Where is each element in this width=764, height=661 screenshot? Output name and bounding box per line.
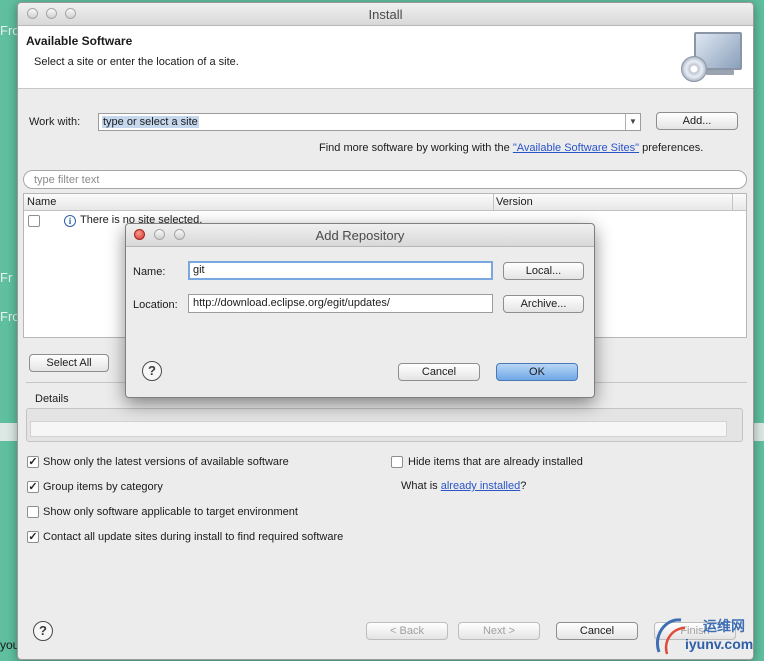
find-more-text: Find more software by working with the "… <box>319 142 703 154</box>
wizard-header: Available Software Select a site or ente… <box>18 26 753 89</box>
row-checkbox[interactable] <box>28 215 40 227</box>
dialog-help-icon[interactable]: ? <box>142 361 162 381</box>
location-label: Location: <box>133 299 178 311</box>
info-icon: i <box>64 215 76 227</box>
what-is-suffix: ? <box>520 480 527 492</box>
local-button[interactable]: Local... <box>503 262 584 280</box>
filter-placeholder: type filter text <box>34 174 100 186</box>
archive-button[interactable]: Archive... <box>503 295 584 313</box>
work-with-value: type or select a site <box>102 116 199 128</box>
dialog-title: Add Repository <box>315 228 405 243</box>
header-subtitle: Select a site or enter the location of a… <box>34 56 239 68</box>
background-text-2: Fr <box>0 270 13 285</box>
details-panel <box>26 408 743 442</box>
what-is-prefix: What is <box>401 480 441 492</box>
work-with-label: Work with: <box>29 116 81 128</box>
next-button[interactable]: Next > <box>458 622 540 640</box>
add-site-button[interactable]: Add... <box>656 112 738 130</box>
cancel-button[interactable]: Cancel <box>556 622 638 640</box>
select-all-button[interactable]: Select All <box>29 354 109 372</box>
header-title: Available Software <box>26 34 133 48</box>
group-by-category-label[interactable]: Group items by category <box>43 481 163 493</box>
table-header: Name Version <box>24 194 746 211</box>
work-with-combo[interactable]: type or select a site ▼ <box>98 113 641 131</box>
available-software-sites-link[interactable]: "Available Software Sites" <box>513 142 639 154</box>
window-titlebar[interactable]: Install <box>18 3 753 26</box>
window-title: Install <box>368 7 403 22</box>
filter-input[interactable]: type filter text <box>23 170 747 189</box>
dialog-cancel-button[interactable]: Cancel <box>398 363 480 381</box>
location-field[interactable]: http://download.eclipse.org/egit/updates… <box>188 294 493 313</box>
watermark-url: iyunv.com <box>685 636 754 652</box>
show-latest-label[interactable]: Show only the latest versions of availab… <box>43 456 289 468</box>
what-is-text: What is already installed? <box>401 480 526 492</box>
ok-button[interactable]: OK <box>496 363 578 381</box>
back-button[interactable]: < Back <box>366 622 448 640</box>
name-field[interactable]: git <box>188 261 493 280</box>
chevron-down-icon[interactable]: ▼ <box>625 114 640 130</box>
dialog-titlebar[interactable]: Add Repository <box>126 224 594 247</box>
contact-sites-label[interactable]: Contact all update sites during install … <box>43 531 343 543</box>
name-label: Name: <box>133 266 166 278</box>
show-applicable-label[interactable]: Show only software applicable to target … <box>43 506 298 518</box>
hide-installed-label[interactable]: Hide items that are already installed <box>408 456 583 468</box>
group-by-category-checkbox[interactable]: ✓ <box>27 481 39 493</box>
details-label: Details <box>35 393 69 405</box>
hide-installed-checkbox[interactable] <box>391 456 403 468</box>
find-more-suffix: preferences. <box>639 142 704 154</box>
add-repository-dialog: Add Repository Name: git Local... Locati… <box>125 223 595 398</box>
column-header-version[interactable]: Version <box>496 196 533 208</box>
show-applicable-checkbox[interactable] <box>27 506 39 518</box>
show-latest-checkbox[interactable]: ✓ <box>27 456 39 468</box>
column-header-name[interactable]: Name <box>27 196 56 208</box>
help-icon[interactable]: ? <box>33 621 53 641</box>
watermark-title: 运维网 <box>703 618 745 634</box>
contact-sites-checkbox[interactable]: ✓ <box>27 531 39 543</box>
watermark-logo: 运维网 iyunv.com <box>651 612 761 658</box>
already-installed-link[interactable]: already installed <box>441 480 521 492</box>
find-more-prefix: Find more software by working with the <box>319 142 513 154</box>
